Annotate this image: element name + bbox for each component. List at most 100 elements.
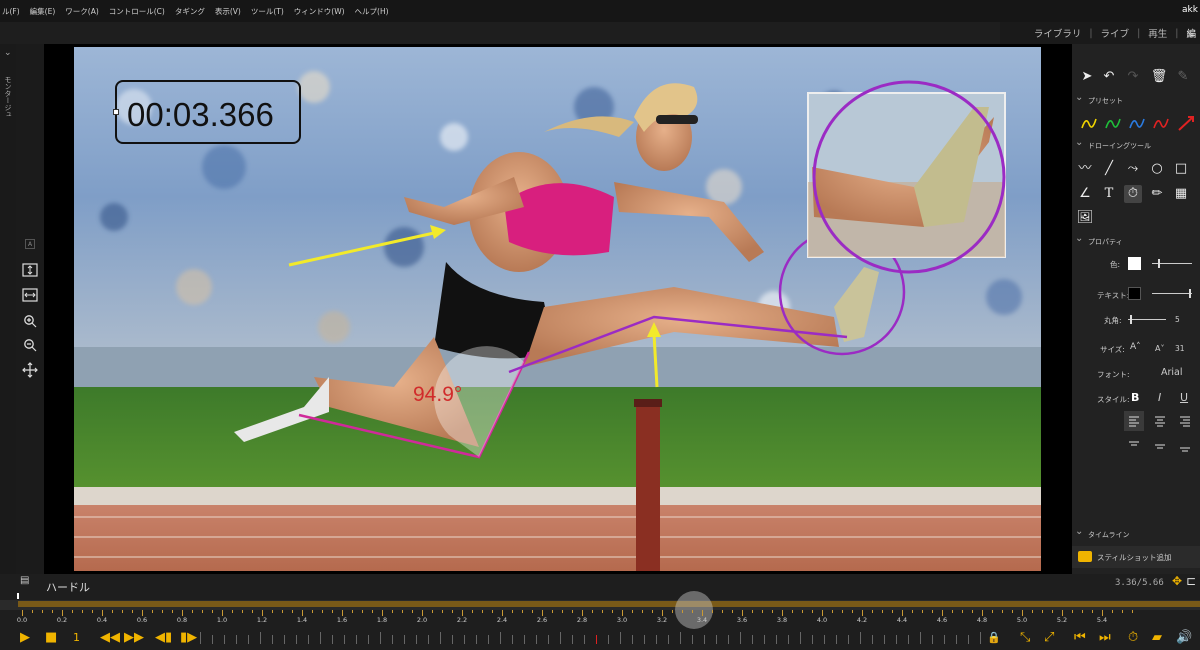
drawing-tools-header[interactable]: ドローイングツール	[1072, 136, 1151, 153]
font-increase-icon[interactable]: A˄	[1130, 342, 1141, 352]
pointer-icon[interactable]: ➤	[1078, 68, 1096, 86]
image-icon[interactable]: 🖼	[1076, 209, 1094, 227]
menu-work[interactable]: ワーク(A)	[65, 6, 98, 17]
timeline-progress	[18, 601, 1200, 607]
fit-width-icon[interactable]	[20, 288, 40, 304]
align-left-icon[interactable]	[1124, 411, 1144, 431]
text-slider[interactable]	[1152, 289, 1192, 298]
freehand-icon[interactable]: 〰	[1076, 160, 1094, 178]
menu-view[interactable]: 表示(V)	[215, 6, 241, 17]
rewind-icon[interactable]: ◀◀	[100, 628, 120, 648]
ruler-minor-tick	[192, 610, 193, 613]
go-end-icon[interactable]: ⏭	[1099, 628, 1111, 648]
frame-tick	[848, 635, 849, 644]
move-icon[interactable]	[20, 362, 40, 378]
nav-live[interactable]: ライブ	[1101, 26, 1130, 40]
frame-tick	[740, 632, 741, 644]
bold-icon[interactable]: B	[1131, 391, 1139, 404]
frame-tick	[512, 635, 513, 644]
ruler-minor-tick	[752, 610, 753, 613]
ruler-minor-tick	[1052, 610, 1053, 613]
menu-edit[interactable]: 編集(E)	[30, 6, 56, 17]
angle-icon[interactable]: ∠	[1076, 185, 1094, 203]
fast-forward-icon[interactable]: ▶▶	[124, 628, 144, 648]
stop-icon[interactable]: ■	[45, 628, 57, 648]
ruler-tick-label: 3.8	[776, 616, 788, 624]
italic-icon[interactable]: I	[1158, 391, 1161, 404]
sidebar-toggle-icon[interactable]: ⊏	[1186, 574, 1196, 588]
menu-tools[interactable]: ツール(T)	[251, 6, 284, 17]
nav-library[interactable]: ライブラリ	[1034, 26, 1082, 40]
line-icon[interactable]: ╱	[1100, 160, 1118, 178]
redo-icon[interactable]: ↷	[1124, 68, 1142, 86]
frame-tick	[764, 635, 765, 644]
brush-icon[interactable]: ✎	[1174, 68, 1192, 86]
zoom-in-icon[interactable]	[20, 314, 40, 330]
radius-slider[interactable]	[1128, 315, 1166, 324]
ruler-minor-tick	[912, 610, 913, 613]
frame-tick	[932, 635, 933, 644]
text-icon[interactable]: T	[1100, 185, 1118, 203]
font-decrease-icon[interactable]: A˅	[1155, 344, 1164, 353]
pencil-icon[interactable]: ✏	[1148, 185, 1166, 203]
add-snapshot-button[interactable]: スティルショット追加	[1072, 546, 1200, 568]
properties-header[interactable]: プロパティ	[1072, 232, 1123, 249]
frame-tick	[824, 635, 825, 644]
menu-control[interactable]: コントロール(C)	[109, 6, 165, 17]
mark-out-icon[interactable]: ⤢	[1044, 628, 1054, 648]
timeline-start-marker[interactable]	[17, 593, 19, 599]
color-slider[interactable]	[1152, 259, 1192, 268]
trash-icon[interactable]: 🗑	[1150, 68, 1168, 86]
zoom-out-icon[interactable]	[20, 338, 40, 354]
ruler-minor-tick	[562, 610, 563, 613]
grid-icon[interactable]: ▦	[1172, 185, 1190, 203]
menu-help[interactable]: ヘルプ(H)	[355, 6, 389, 17]
folder-open-icon[interactable]: ▰	[1152, 628, 1162, 648]
ruler-minor-tick	[72, 610, 73, 613]
undo-icon[interactable]: ↶	[1100, 68, 1118, 86]
sync-icon[interactable]: A	[25, 239, 35, 249]
timer-icon[interactable]: ⏱	[1128, 628, 1138, 648]
volume-icon[interactable]: 🔊	[1176, 628, 1192, 648]
menu-window[interactable]: ウィンドウ(W)	[294, 6, 345, 17]
valign-middle-icon[interactable]	[1150, 436, 1170, 456]
color-swatch[interactable]	[1128, 257, 1141, 270]
montage-strip[interactable]: ⌄ モンタージュ	[0, 44, 16, 574]
clip-icon[interactable]: ▤	[20, 575, 29, 586]
timer-handle[interactable]	[113, 109, 119, 115]
ruler-minor-tick	[712, 610, 713, 613]
menu-tagging[interactable]: タギング	[175, 6, 205, 17]
valign-top-icon[interactable]	[1124, 436, 1144, 456]
nav-edit[interactable]: 編	[1186, 26, 1196, 40]
nav-playback[interactable]: 再生	[1148, 26, 1167, 40]
polyline-icon[interactable]: ⤳	[1124, 160, 1142, 178]
fit-height-icon[interactable]	[20, 263, 40, 279]
underline-icon[interactable]: U	[1180, 391, 1188, 404]
go-start-icon[interactable]: ⏮	[1074, 628, 1086, 648]
frame-number[interactable]: 1	[73, 628, 80, 648]
frame-ticks	[200, 632, 981, 644]
size-label: サイズ:	[1100, 345, 1125, 354]
valign-bottom-icon[interactable]	[1175, 436, 1195, 456]
font-value[interactable]: Arial	[1161, 367, 1183, 378]
menu-file[interactable]: ル(F)	[2, 6, 20, 17]
stopwatch-icon[interactable]: ⏱	[1124, 185, 1142, 203]
preset-header[interactable]: プリセット	[1072, 91, 1123, 108]
expand-icon[interactable]: ✥	[1172, 574, 1182, 588]
timeline-header[interactable]: タイムライン	[1072, 525, 1130, 542]
ruler-minor-tick	[642, 610, 643, 613]
align-center-icon[interactable]	[1150, 411, 1170, 431]
user-name[interactable]: akk	[1182, 5, 1198, 15]
rectangle-icon[interactable]: □	[1172, 160, 1190, 178]
ruler-minor-tick	[962, 610, 963, 613]
align-right-icon[interactable]	[1175, 411, 1195, 431]
text-color-swatch[interactable]	[1128, 287, 1141, 300]
circle-icon[interactable]: ○	[1148, 160, 1166, 178]
mark-in-icon[interactable]: ⤡	[1020, 628, 1030, 648]
play-icon[interactable]: ▶	[20, 628, 30, 648]
timer-overlay[interactable]: 00:03.366	[113, 80, 301, 144]
lock-icon[interactable]: 🔒	[987, 628, 1001, 648]
step-back-icon[interactable]: ◀▮	[155, 628, 172, 648]
step-forward-icon[interactable]: ▮▶	[180, 628, 197, 648]
chevron-down-icon[interactable]: ⌄	[4, 48, 16, 58]
